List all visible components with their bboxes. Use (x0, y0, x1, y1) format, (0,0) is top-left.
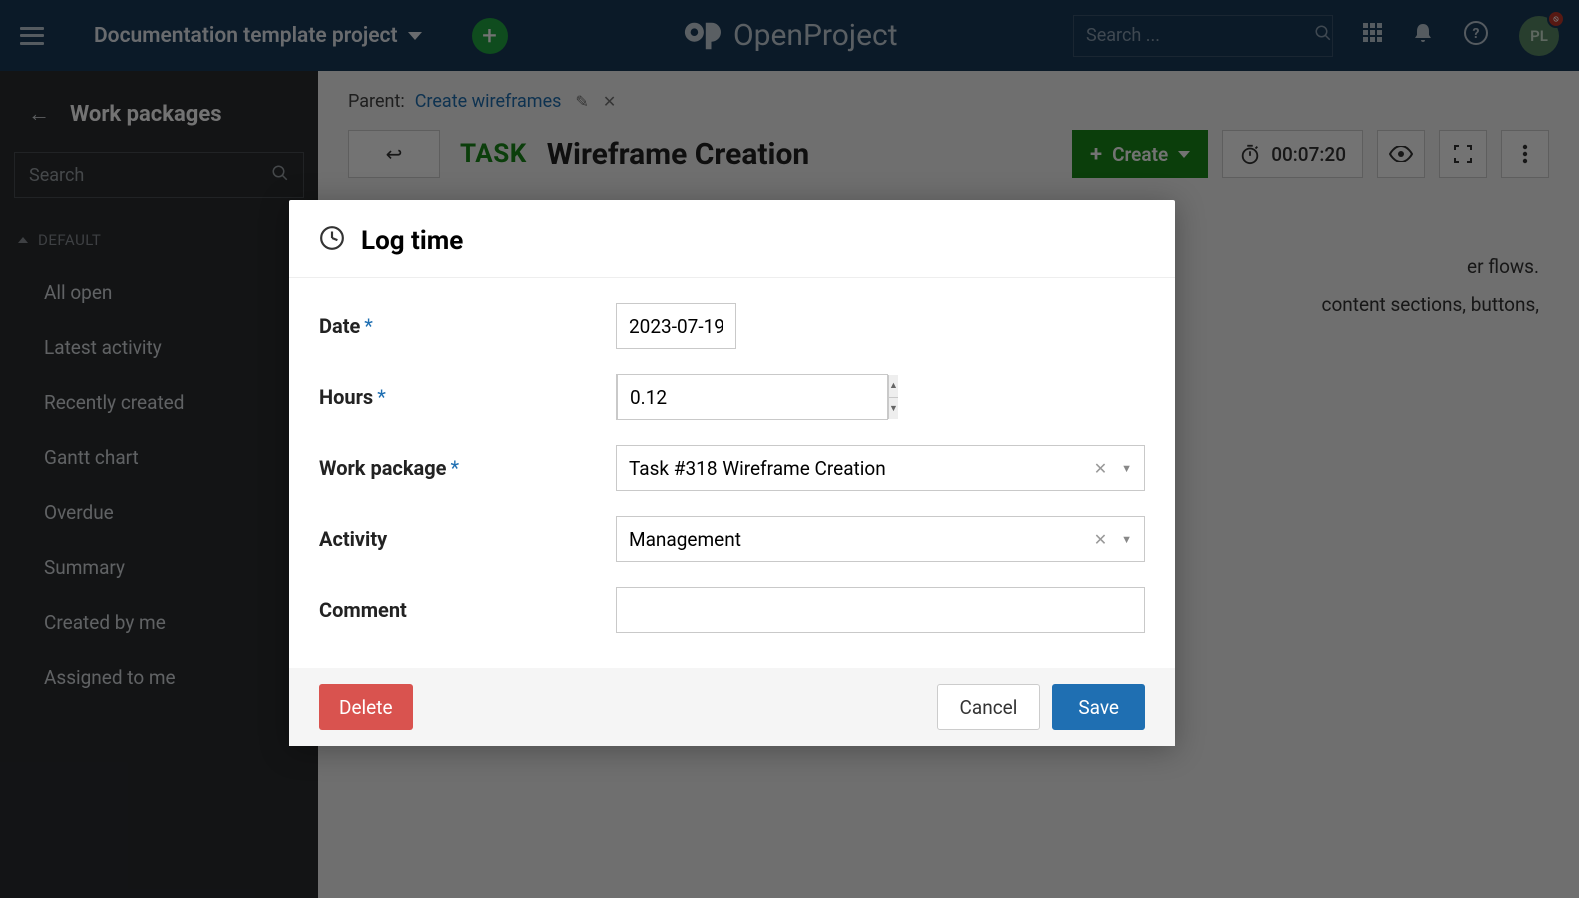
hours-input[interactable] (617, 374, 888, 420)
activity-select[interactable]: Management ✕ ▼ (616, 516, 1145, 562)
activity-label: Activity (319, 527, 616, 551)
clear-icon[interactable]: ✕ (1094, 459, 1107, 478)
work-package-label: Work package* (319, 456, 616, 480)
spinner-up-icon[interactable]: ▲ (889, 375, 898, 398)
activity-value: Management (629, 528, 1094, 551)
log-time-modal: Log time Date* Hours* ▲ ▼ Work package* … (289, 200, 1175, 746)
save-button[interactable]: Save (1052, 684, 1145, 730)
caret-down-icon: ▼ (1121, 533, 1132, 546)
date-input[interactable] (616, 303, 736, 349)
spinner-down-icon[interactable]: ▼ (889, 398, 898, 420)
comment-row: Comment (319, 587, 1145, 633)
date-label: Date* (319, 314, 616, 338)
spinner: ▲ ▼ (888, 375, 898, 419)
modal-header: Log time (289, 200, 1175, 278)
hours-label: Hours* (319, 385, 616, 409)
work-package-select[interactable]: Task #318 Wireframe Creation ✕ ▼ (616, 445, 1145, 491)
hours-stepper[interactable]: ▲ ▼ (616, 374, 752, 420)
date-row: Date* (319, 303, 1145, 349)
work-package-row: Work package* Task #318 Wireframe Creati… (319, 445, 1145, 491)
clear-icon[interactable]: ✕ (1094, 530, 1107, 549)
delete-button[interactable]: Delete (319, 684, 413, 730)
clock-icon (319, 225, 345, 257)
modal-footer: Delete Cancel Save (289, 668, 1175, 746)
caret-down-icon: ▼ (1121, 462, 1132, 475)
activity-row: Activity Management ✕ ▼ (319, 516, 1145, 562)
modal-body: Date* Hours* ▲ ▼ Work package* Task #318… (289, 278, 1175, 668)
work-package-value: Task #318 Wireframe Creation (629, 457, 1094, 480)
hours-row: Hours* ▲ ▼ (319, 374, 1145, 420)
modal-title: Log time (361, 226, 463, 256)
cancel-button[interactable]: Cancel (937, 684, 1041, 730)
comment-label: Comment (319, 598, 616, 622)
comment-input[interactable] (616, 587, 1145, 633)
